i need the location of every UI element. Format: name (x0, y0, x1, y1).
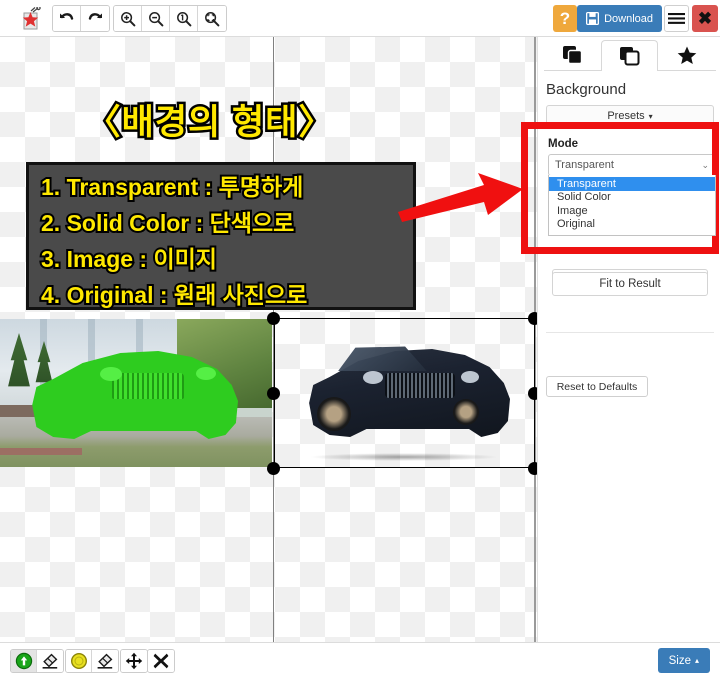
magnifier-fit-icon (205, 11, 220, 26)
eraser-icon (42, 653, 58, 669)
annotation-text-box: 1. Transparent : 투명하게 2. Solid Color : 단… (26, 162, 416, 310)
original-image-pane[interactable] (0, 319, 272, 467)
fit-to-result-label: Fit to Result (599, 278, 661, 290)
mode-option-transparent[interactable]: Transparent (549, 177, 715, 191)
star-icon (677, 46, 696, 64)
selection-handle-top-left[interactable] (267, 312, 280, 325)
move-tool-group (120, 649, 148, 673)
panel-section-divider (546, 332, 714, 333)
zoom-actual-size-button[interactable] (170, 6, 198, 31)
top-toolbar: ? Download ✖ (0, 0, 720, 37)
canvas-area[interactable]: 〈배경의 형태〉 1. Transparent : 투명하게 2. Solid … (0, 37, 537, 642)
mode-option-original[interactable]: Original (549, 218, 715, 232)
mode-select[interactable]: Transparent ⌄ (548, 154, 716, 176)
color-erase-button[interactable] (92, 650, 118, 672)
move-arrows-icon (125, 652, 143, 670)
size-button[interactable]: Size ▴ (657, 648, 710, 673)
selection-handle-left-middle[interactable] (267, 387, 280, 400)
layers-filled-icon (562, 46, 582, 65)
magnifier-minus-icon (148, 11, 163, 26)
annotation-title: 〈배경의 형태〉 (83, 101, 336, 145)
mode-option-solid-color[interactable]: Solid Color (549, 191, 715, 205)
presets-label: Presets (607, 110, 645, 122)
mode-section: Mode Transparent ⌄ Transparent Solid Col… (544, 132, 720, 272)
mode-select-value: Transparent (555, 159, 614, 171)
color-tool-group (65, 649, 119, 673)
fit-to-result-button[interactable]: Fit to Result (552, 272, 708, 296)
floppy-disk-icon (586, 12, 600, 25)
undo-button[interactable] (53, 6, 81, 31)
mode-option-image[interactable]: Image (549, 204, 715, 218)
tab-background[interactable] (601, 40, 658, 71)
green-mask-headlight (196, 367, 216, 380)
tab-effects[interactable] (658, 39, 715, 70)
selection-handle-right-middle[interactable] (528, 387, 537, 400)
presets-button[interactable]: Presets ▾ (546, 105, 714, 127)
red-arrow-right-icon (398, 173, 523, 222)
annotation-line-4: 4. Original : 원래 사진으로 (39, 280, 309, 310)
selection-handle-top-right[interactable] (528, 312, 537, 325)
redo-button[interactable] (81, 6, 109, 31)
right-side-panel: Background Presets ▾ Mode Transparent ⌄ … (537, 37, 720, 642)
annotation-line-1: 1. Transparent : 투명하게 (39, 172, 305, 202)
magnifier-plus-icon (120, 11, 135, 26)
zoom-in-button[interactable] (114, 6, 142, 31)
restore-brush-button[interactable] (11, 650, 37, 672)
menu-button[interactable] (664, 5, 689, 32)
reset-to-defaults-button[interactable]: Reset to Defaults (546, 376, 648, 397)
selection-handle-bottom-right[interactable] (528, 462, 537, 475)
eraser-icon (97, 653, 113, 669)
mode-label: Mode (548, 138, 579, 150)
magnifier-one-icon (176, 11, 191, 26)
green-plus-circle-icon (15, 652, 32, 670)
selection-border (274, 318, 535, 468)
chevron-up-icon: ▴ (694, 656, 699, 665)
annotation-line-3: 3. Image : 이미지 (39, 244, 219, 274)
erase-brush-button[interactable] (37, 650, 63, 672)
tab-erase[interactable] (544, 39, 601, 70)
zoom-fit-button[interactable] (198, 6, 226, 31)
annotation-line-2: 2. Solid Color : 단색으로 (39, 208, 296, 238)
app-logo-icon (16, 5, 46, 32)
delete-tool-group (147, 649, 175, 673)
reset-label: Reset to Defaults (556, 380, 638, 393)
help-button[interactable]: ? (553, 5, 577, 32)
brush-tool-group (10, 649, 64, 673)
selection-handle-bottom-left[interactable] (267, 462, 280, 475)
delete-tool-button[interactable] (148, 650, 174, 672)
zoom-button-group (113, 5, 227, 32)
green-mask-grille (112, 373, 184, 399)
chevron-down-icon: ⌄ (701, 159, 709, 170)
panel-heading: Background (546, 81, 627, 98)
close-icon: ✖ (697, 8, 713, 28)
panel-tab-bar (544, 39, 716, 71)
green-mask-headlight (100, 367, 122, 381)
undo-arrow-icon (60, 13, 74, 20)
history-button-group (52, 5, 110, 32)
color-pick-button[interactable] (66, 650, 92, 672)
zoom-out-button[interactable] (142, 6, 170, 31)
download-label: Download (604, 12, 653, 25)
yellow-circle-icon (70, 652, 87, 670)
layers-outline-icon (619, 47, 639, 66)
cross-x-icon (153, 653, 169, 669)
redo-arrow-icon (88, 13, 102, 20)
mode-dropdown-options: Transparent Solid Color Image Original (548, 175, 716, 236)
bottom-toolbar: Size ▴ (0, 642, 720, 678)
move-tool-button[interactable] (121, 650, 147, 672)
help-label: ? (559, 8, 571, 28)
chevron-down-icon: ▾ (648, 111, 653, 121)
background-curb (0, 447, 82, 456)
hamburger-menu-icon (668, 13, 685, 24)
close-button[interactable]: ✖ (692, 5, 718, 32)
size-label: Size (668, 654, 691, 667)
download-button[interactable]: Download (577, 5, 662, 32)
